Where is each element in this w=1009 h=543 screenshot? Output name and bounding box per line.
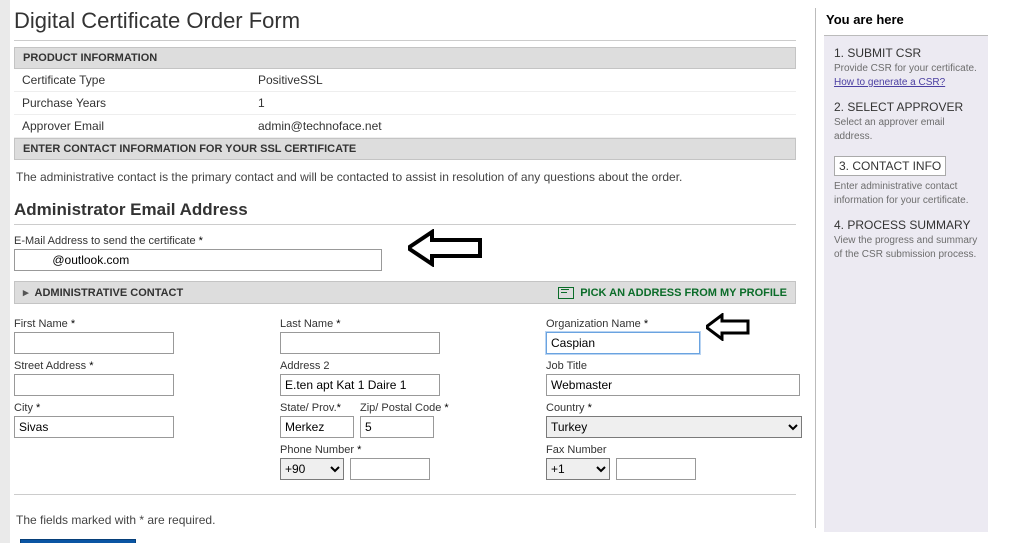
sidebar: You are here 1. SUBMIT CSR Provide CSR f… bbox=[815, 8, 996, 528]
chevron-right-icon: ▸ bbox=[23, 287, 29, 299]
country-select[interactable]: Turkey bbox=[546, 416, 802, 438]
first-name-label: First Name * bbox=[14, 312, 264, 332]
main-form: Digital Certificate Order Form PRODUCT I… bbox=[14, 8, 796, 543]
street-label: Street Address * bbox=[14, 354, 264, 374]
zip-label: Zip/ Postal Code * bbox=[360, 396, 449, 416]
address2-input[interactable] bbox=[280, 374, 440, 396]
street-input[interactable] bbox=[14, 374, 174, 396]
col-3: Organization Name * Job Title Country * … bbox=[546, 312, 796, 480]
page-title: Digital Certificate Order Form bbox=[14, 8, 796, 41]
country-label: Country * bbox=[546, 396, 796, 416]
email-row: E-Mail Address to send the certificate * bbox=[14, 229, 796, 277]
product-value: 1 bbox=[258, 96, 788, 110]
step-3-desc: Enter administrative contact information… bbox=[834, 180, 978, 208]
product-row-years: Purchase Years 1 bbox=[14, 92, 796, 115]
address2-label: Address 2 bbox=[280, 354, 530, 374]
instruction-text: The administrative contact is the primar… bbox=[14, 160, 796, 194]
enter-contact-heading: ENTER CONTACT INFORMATION FOR YOUR SSL C… bbox=[14, 138, 796, 160]
fax-code-select[interactable]: +1 bbox=[546, 458, 610, 480]
state-input[interactable] bbox=[280, 416, 354, 438]
fax-input[interactable] bbox=[616, 458, 696, 480]
step-4-desc: View the progress and summary of the CSR… bbox=[834, 234, 978, 262]
sidebar-heading: You are here bbox=[824, 8, 988, 36]
product-info-heading: PRODUCT INFORMATION bbox=[14, 47, 796, 69]
annotation-arrow-icon bbox=[408, 229, 484, 267]
city-label: City * bbox=[14, 396, 264, 416]
email-input[interactable] bbox=[14, 249, 382, 271]
last-name-label: Last Name * bbox=[280, 312, 530, 332]
first-name-input[interactable] bbox=[14, 332, 174, 354]
address-card-icon bbox=[558, 287, 574, 299]
col-1: First Name * Street Address * City * bbox=[14, 312, 264, 480]
submit-button[interactable]: Submit Order >> bbox=[20, 539, 136, 543]
product-value: PositiveSSL bbox=[258, 73, 788, 87]
product-info-table: Certificate Type PositiveSSL Purchase Ye… bbox=[14, 69, 796, 138]
sidebar-body: 1. SUBMIT CSR Provide CSR for your certi… bbox=[824, 36, 988, 532]
org-label: Organization Name * bbox=[546, 312, 796, 332]
product-row-cert-type: Certificate Type PositiveSSL bbox=[14, 69, 796, 92]
product-label: Approver Email bbox=[22, 119, 258, 133]
product-row-approver: Approver Email admin@technoface.net bbox=[14, 115, 796, 138]
left-gutter bbox=[0, 0, 10, 543]
admin-email-heading: Administrator Email Address bbox=[14, 200, 796, 225]
phone-label: Phone Number * bbox=[280, 438, 530, 458]
contact-grid: First Name * Street Address * City * Las… bbox=[14, 312, 796, 480]
admin-contact-bar[interactable]: ▸ADMINISTRATIVE CONTACT PICK AN ADDRESS … bbox=[14, 281, 796, 304]
job-input[interactable] bbox=[546, 374, 800, 396]
step-2-desc: Select an approver email address. bbox=[834, 116, 978, 144]
product-value: admin@technoface.net bbox=[258, 119, 788, 133]
phone-code-select[interactable]: +90 bbox=[280, 458, 344, 480]
step-3-title: 3. CONTACT INFO bbox=[834, 156, 946, 176]
state-label: State/ Prov.* bbox=[280, 396, 354, 416]
pick-address-link[interactable]: PICK AN ADDRESS FROM MY PROFILE bbox=[558, 287, 787, 299]
step-4-title: 4. PROCESS SUMMARY bbox=[834, 218, 978, 232]
product-label: Purchase Years bbox=[22, 96, 258, 110]
email-label: E-Mail Address to send the certificate * bbox=[14, 229, 796, 249]
step-1-desc: Provide CSR for your certificate. How to… bbox=[834, 62, 978, 90]
admin-contact-heading: ▸ADMINISTRATIVE CONTACT bbox=[23, 286, 183, 299]
csr-help-link[interactable]: How to generate a CSR? bbox=[834, 76, 978, 90]
last-name-input[interactable] bbox=[280, 332, 440, 354]
phone-input[interactable] bbox=[350, 458, 430, 480]
city-input[interactable] bbox=[14, 416, 174, 438]
org-input[interactable] bbox=[546, 332, 700, 354]
annotation-arrow-icon bbox=[706, 313, 752, 341]
fax-label: Fax Number bbox=[546, 438, 796, 458]
product-label: Certificate Type bbox=[22, 73, 258, 87]
job-label: Job Title bbox=[546, 354, 796, 374]
zip-input[interactable] bbox=[360, 416, 434, 438]
step-2-title: 2. SELECT APPROVER bbox=[834, 100, 978, 114]
required-note: The fields marked with * are required. bbox=[14, 494, 796, 535]
step-1-title: 1. SUBMIT CSR bbox=[834, 46, 978, 60]
col-2: Last Name * Address 2 State/ Prov.* Zip/… bbox=[280, 312, 530, 480]
